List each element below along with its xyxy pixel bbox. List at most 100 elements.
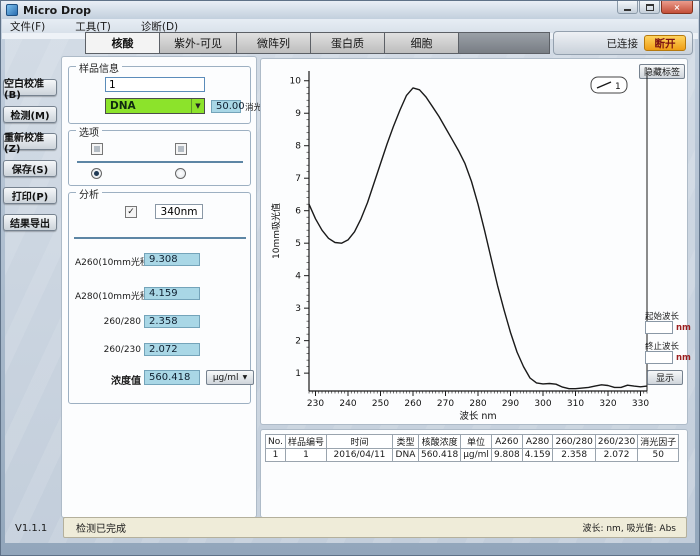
analysis-group: 分析 ✓ A260(10mm光程)9.308A280(10mm光程)4.1592…: [68, 192, 251, 404]
options-group: 选项: [68, 130, 251, 186]
maximize-button[interactable]: [639, 1, 660, 14]
tab-strip: 核酸紫外-可见微阵列蛋白质细胞: [85, 32, 550, 54]
x-tick-label: 290: [502, 399, 519, 409]
x-axis-label: 波长 nm: [459, 410, 496, 422]
window-title: Micro Drop: [23, 4, 91, 17]
table-header-cell: A280: [522, 435, 553, 449]
connection-panel: 已连接 断开: [553, 31, 693, 55]
analysis-row-value: 9.308: [144, 253, 200, 266]
checkbox-fill-icon: [178, 146, 184, 152]
maximize-icon: [646, 4, 654, 11]
tab-蛋白质[interactable]: 蛋白质: [311, 33, 385, 53]
table-cell: 1: [266, 449, 286, 462]
table-header-cell: 260/280: [553, 435, 595, 449]
status-bar: V1.1.1 检测已完成 波长: nm, 吸光值: Abs: [5, 515, 695, 541]
tab-核酸[interactable]: 核酸: [86, 33, 160, 53]
wavelength-input[interactable]: [155, 204, 203, 219]
y-tick-label: 9: [295, 109, 301, 119]
tab-微阵列[interactable]: 微阵列: [237, 33, 311, 53]
table-row[interactable]: 112016/04/11DNA560.418μg/ml9.8084.1592.3…: [266, 449, 679, 462]
y-tick-label: 8: [295, 142, 301, 152]
checkbox-fill-icon: [94, 146, 100, 152]
table-cell: 1: [285, 449, 326, 462]
analysis-title: 分析: [76, 186, 102, 201]
sidebar-button[interactable]: 重新校准(Z): [3, 133, 57, 150]
sample-type-select[interactable]: DNA ▼: [105, 98, 205, 114]
spectrum-chart: 2302402502602702802903003103203301234567…: [265, 61, 665, 423]
table-header-cell: 时间: [326, 435, 392, 449]
sidebar-button[interactable]: 检测(M): [3, 106, 57, 123]
option-radio-2[interactable]: [175, 168, 186, 179]
sidebar-button[interactable]: 结果导出: [3, 214, 57, 231]
unit-value: μg/ml: [213, 373, 239, 383]
results-table[interactable]: No.样品编号时间类型核酸浓度单位A260A280260/280260/230消…: [265, 434, 679, 462]
y-tick-label: 10: [290, 77, 302, 87]
disconnect-button[interactable]: 断开: [644, 35, 686, 51]
y-tick-label: 6: [295, 207, 301, 217]
connection-status-label: 已连接: [607, 36, 639, 51]
results-table-panel: No.样品编号时间类型核酸浓度单位A260A280260/280260/230消…: [260, 429, 688, 518]
title-bar: Micro Drop ×: [1, 1, 699, 19]
table-header-cell: No.: [266, 435, 286, 449]
x-tick-label: 240: [339, 399, 356, 409]
left-panel: 样品信息 DNA ▼ 50.00 消光因子 选项 分析 ✓: [61, 56, 257, 518]
version-label: V1.1.1: [15, 523, 47, 534]
y-tick-label: 5: [295, 239, 301, 249]
app-window: Micro Drop × 文件(F)工具(T)诊断(D) 核酸紫外-可见微阵列蛋…: [0, 0, 700, 556]
analysis-row-value: 2.358: [144, 315, 200, 328]
table-cell: 2.358: [553, 449, 595, 462]
x-tick-label: 260: [404, 399, 421, 409]
sample-info-title: 样品信息: [76, 60, 122, 75]
y-axis-label: 10mm吸光值: [270, 203, 282, 259]
start-nm-label: nm: [676, 323, 691, 333]
menu-item[interactable]: 文件(F): [10, 19, 45, 34]
tab-紫外-可见[interactable]: 紫外-可见: [160, 33, 237, 53]
status-message: 检测已完成: [76, 520, 126, 535]
analysis-divider: [74, 237, 246, 239]
chart-panel: 隐藏标签 23024025026027028029030031032033012…: [260, 58, 688, 425]
table-cell: 2016/04/11: [326, 449, 392, 462]
start-wavelength-input[interactable]: [645, 321, 673, 334]
legend-box: [591, 77, 627, 93]
table-cell: 4.159: [522, 449, 553, 462]
spectrum-curve: [309, 88, 647, 389]
table-cell: 560.418: [418, 449, 460, 462]
analysis-row-value: 2.072: [144, 343, 200, 356]
sample-info-group: 样品信息 DNA ▼ 50.00 消光因子: [68, 66, 251, 124]
option-radio-1[interactable]: [91, 168, 102, 179]
sidebar-button[interactable]: 保存(S): [3, 160, 57, 177]
status-box: 检测已完成 波长: nm, 吸光值: Abs: [63, 517, 687, 538]
table-cell: 2.072: [595, 449, 637, 462]
sidebar-button[interactable]: 打印(P): [3, 187, 57, 204]
x-tick-label: 230: [307, 399, 324, 409]
close-button[interactable]: ×: [661, 1, 693, 14]
table-cell: 9.808: [491, 449, 522, 462]
concentration-field: 560.418: [144, 370, 200, 385]
y-tick-label: 3: [295, 304, 301, 314]
end-nm-label: nm: [676, 353, 691, 363]
x-tick-label: 270: [437, 399, 454, 409]
tab-细胞[interactable]: 细胞: [385, 33, 459, 53]
app-icon: [6, 4, 18, 16]
y-tick-label: 7: [295, 174, 301, 184]
status-readout: 波长: nm, 吸光值: Abs: [582, 521, 676, 534]
x-tick-label: 300: [534, 399, 551, 409]
option-checkbox-1[interactable]: [91, 143, 103, 155]
analysis-row-label: A260(10mm光程): [75, 255, 141, 268]
analysis-row-label: 260/230: [75, 345, 141, 355]
sidebar-button[interactable]: 空白校准(B): [3, 79, 57, 96]
x-tick-label: 250: [372, 399, 389, 409]
chevron-down-icon: ▼: [191, 99, 204, 113]
minimize-button[interactable]: [617, 1, 638, 14]
wavelength-checkbox[interactable]: ✓: [125, 206, 137, 218]
show-button[interactable]: 显示: [647, 370, 683, 385]
x-tick-label: 320: [599, 399, 616, 409]
unit-select[interactable]: μg/ml ▼: [206, 370, 254, 385]
sample-id-input[interactable]: [105, 77, 205, 92]
table-header-cell: 样品编号: [285, 435, 326, 449]
end-wavelength-input[interactable]: [645, 351, 673, 364]
table-header-cell: 消光因子: [638, 435, 679, 449]
x-tick-label: 330: [632, 399, 649, 409]
option-checkbox-2[interactable]: [175, 143, 187, 155]
y-tick-label: 4: [295, 272, 301, 282]
